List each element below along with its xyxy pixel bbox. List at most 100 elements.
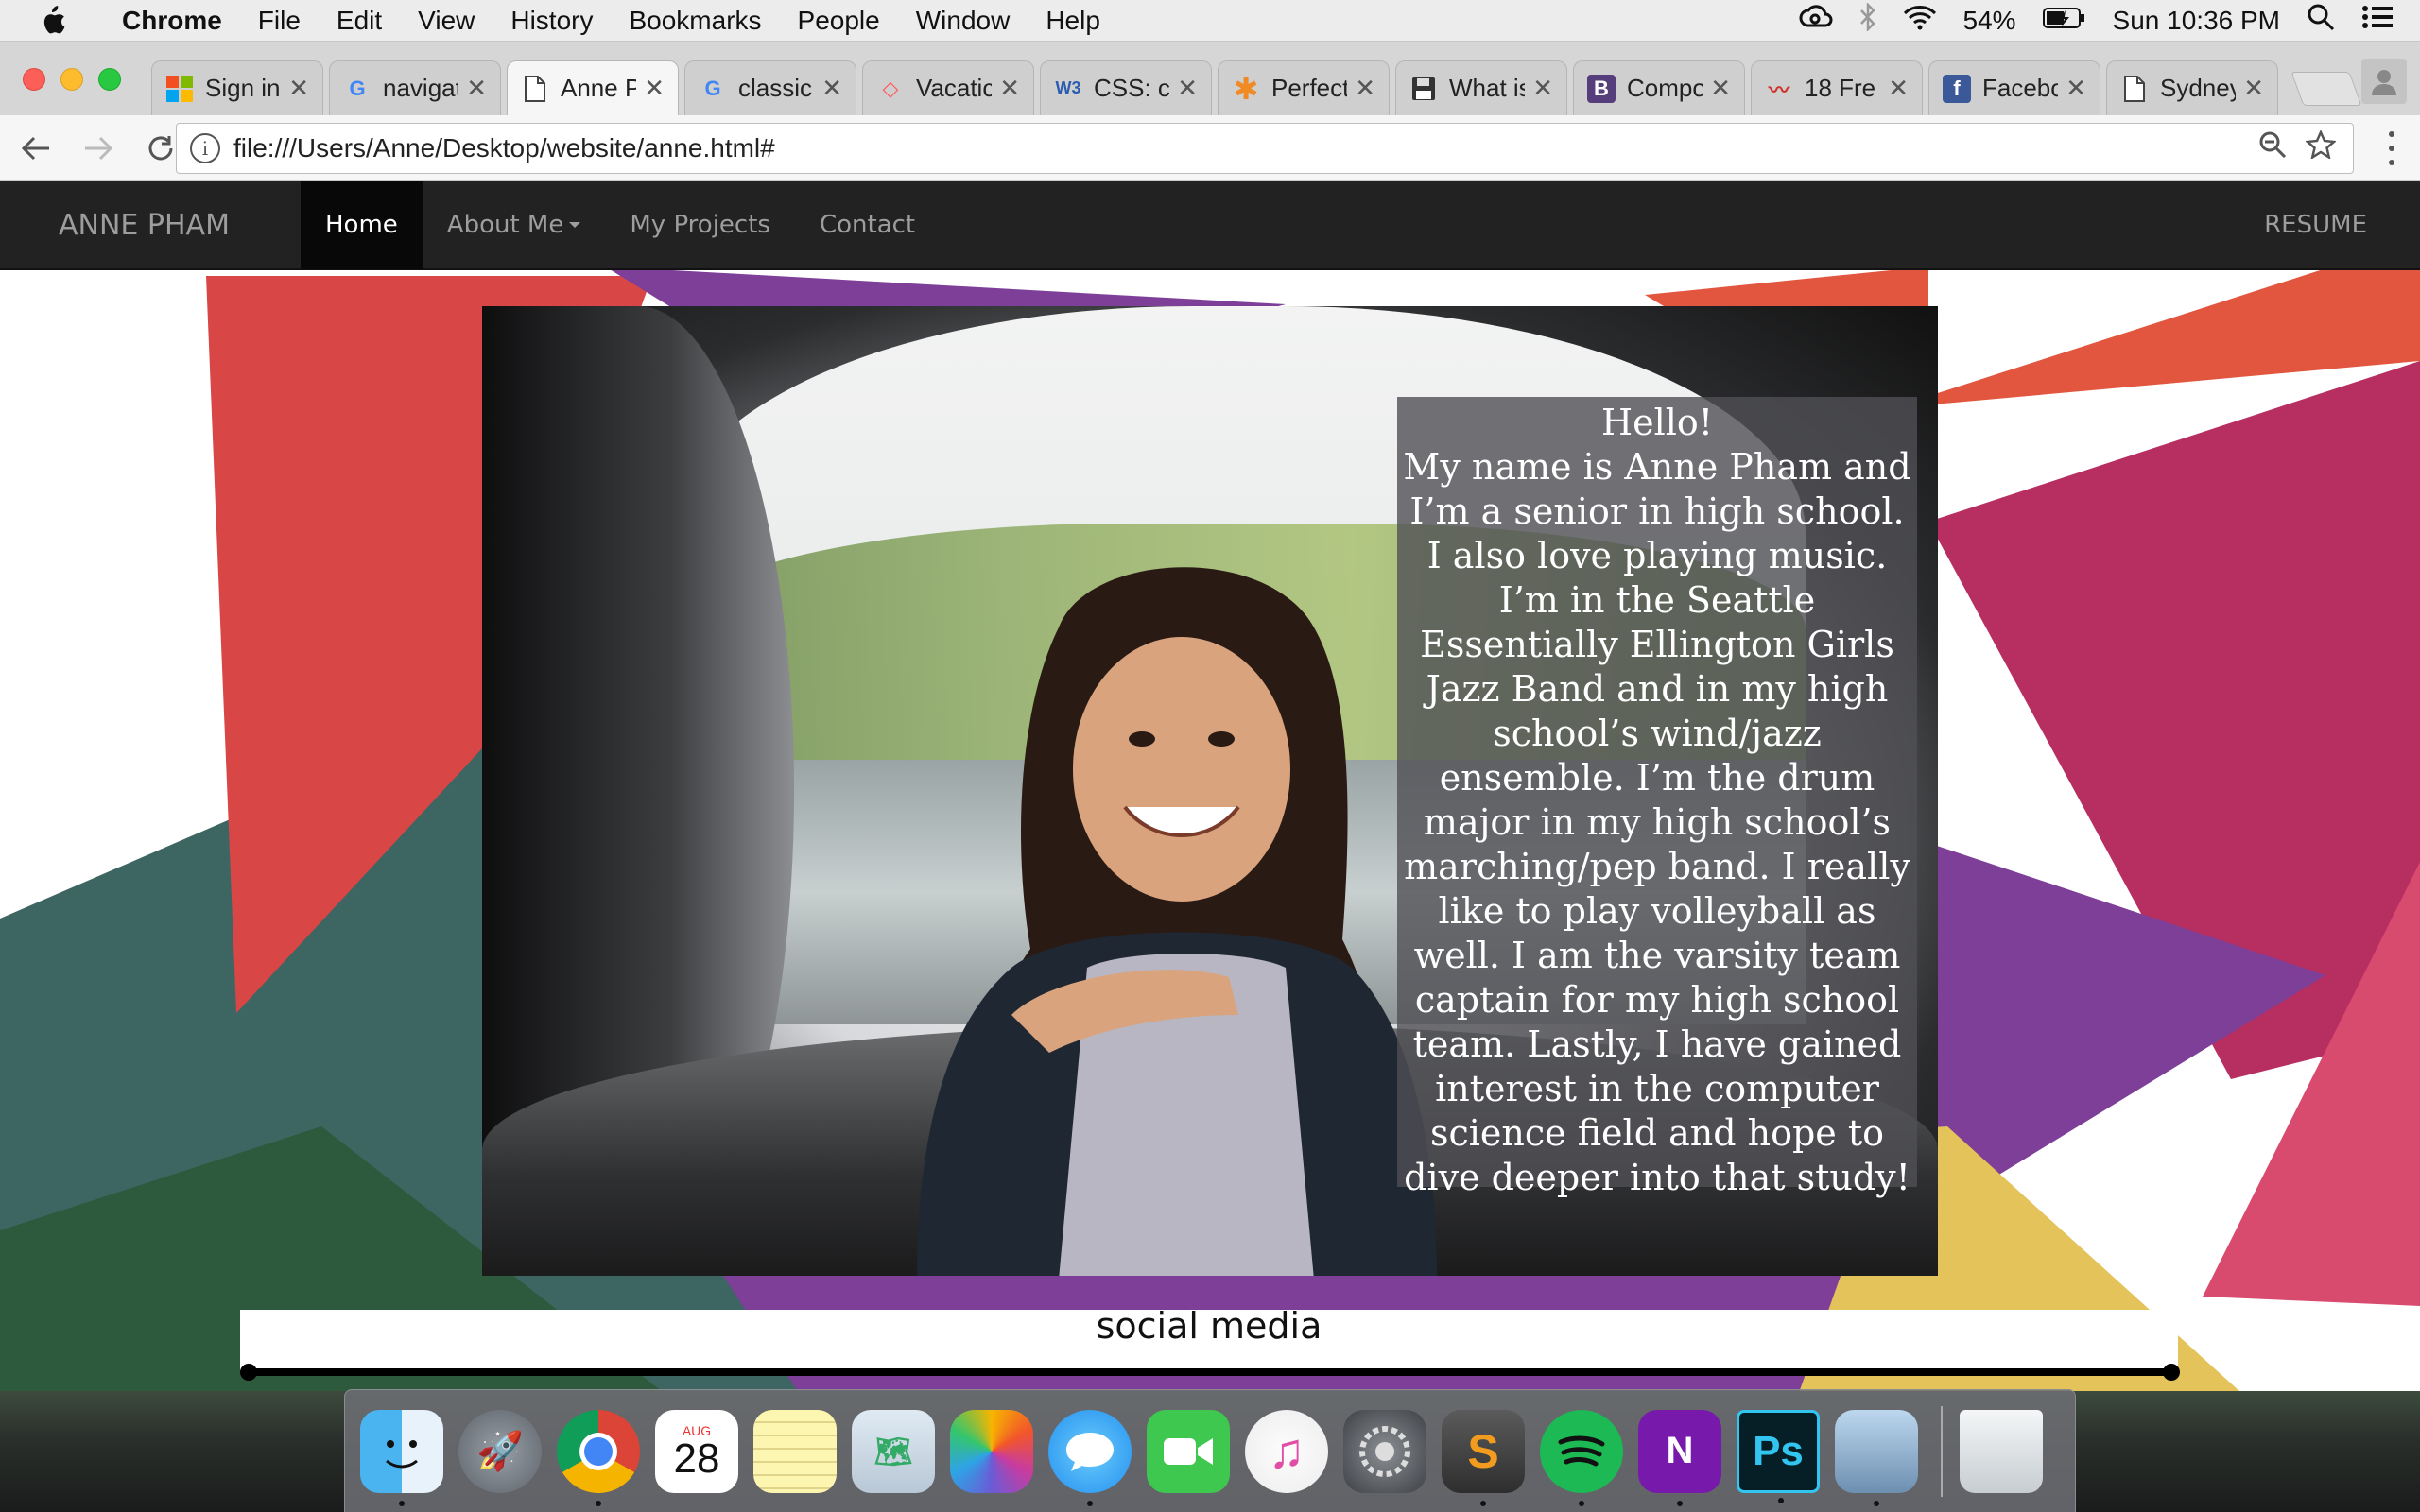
apple-menu-icon[interactable] [0, 5, 104, 37]
wifi-icon[interactable] [1903, 4, 1937, 37]
url-text[interactable]: file:///Users/Anne/Desktop/website/anne.… [233, 133, 775, 163]
tab-css[interactable]: W3 CSS: c ✕ [1040, 60, 1212, 115]
tab-anne-pham[interactable]: Anne P ✕ [507, 60, 679, 115]
menu-history[interactable]: History [493, 6, 611, 36]
menu-bookmarks[interactable]: Bookmarks [611, 6, 779, 36]
system-preferences-icon[interactable] [1343, 1409, 1426, 1493]
close-tab-icon[interactable]: ✕ [821, 74, 842, 103]
tab-title: Sydney [2160, 74, 2237, 102]
tab-title: Facebo [1982, 74, 2059, 102]
close-tab-icon[interactable]: ✕ [1532, 74, 1553, 103]
profile-icon[interactable] [2361, 59, 2407, 104]
sublime-text-icon[interactable]: S [1442, 1409, 1525, 1506]
chrome-icon[interactable] [557, 1409, 640, 1506]
creative-cloud-icon[interactable] [1799, 5, 1833, 36]
close-tab-icon[interactable]: ✕ [2243, 74, 2264, 103]
tab-title: Anne P [561, 74, 637, 102]
tab-navigation[interactable]: G navigat ✕ [329, 60, 501, 115]
tab-sign-in[interactable]: Sign in ✕ [151, 60, 323, 115]
menu-view[interactable]: View [400, 6, 493, 36]
web-page: ANNE PHAM Home About Me My Projects Cont… [0, 181, 2420, 1391]
bootstrap-icon: B [1587, 74, 1616, 103]
battery-percent[interactable]: 54% [1963, 6, 2016, 36]
macos-menu-bar: Chrome File Edit View History Bookmarks … [0, 0, 2420, 42]
menu-edit[interactable]: Edit [319, 6, 400, 36]
close-tab-icon[interactable]: ✕ [1710, 74, 1731, 103]
tab-sydney[interactable]: Sydney ✕ [2106, 60, 2278, 115]
info-icon[interactable]: i [190, 133, 220, 163]
battery-icon[interactable] [2042, 6, 2086, 36]
nav-about-me[interactable]: About Me [423, 181, 606, 269]
menu-help[interactable]: Help [1028, 6, 1118, 36]
close-tab-icon[interactable]: ✕ [1177, 74, 1198, 103]
photoshop-icon[interactable]: Ps [1737, 1409, 1820, 1503]
social-media-heading: social media [1096, 1305, 1322, 1347]
page-icon [521, 75, 549, 103]
close-window-button[interactable] [23, 68, 45, 91]
social-media-section: social media [240, 1308, 2178, 1370]
menu-file[interactable]: File [240, 6, 319, 36]
tab-title: What is [1449, 74, 1526, 102]
photos-icon[interactable] [950, 1409, 1033, 1493]
calendar-icon[interactable]: AUG 28 [655, 1409, 738, 1493]
tab-vacation[interactable]: ◇ Vacatic ✕ [862, 60, 1034, 115]
site-brand[interactable]: ANNE PHAM [59, 209, 301, 242]
tab-what-is[interactable]: What is ✕ [1395, 60, 1567, 115]
caret-down-icon [569, 222, 581, 228]
menu-app-name[interactable]: Chrome [104, 6, 240, 36]
new-tab-button[interactable] [2290, 72, 2362, 106]
tab-components[interactable]: B Compo ✕ [1573, 60, 1745, 115]
divider-dot-left [240, 1364, 257, 1381]
spotlight-icon[interactable] [2307, 3, 2335, 38]
maps-icon[interactable]: 🗺 [852, 1409, 935, 1493]
microsoft-icon [165, 75, 194, 103]
zoom-icon[interactable] [2258, 130, 2287, 166]
google-icon: G [349, 76, 366, 100]
notification-center-icon[interactable] [2361, 4, 2394, 37]
minimize-window-button[interactable] [60, 68, 83, 91]
spotify-icon[interactable] [1540, 1409, 1623, 1506]
clock[interactable]: Sun 10:36 PM [2113, 6, 2280, 36]
back-button[interactable] [9, 122, 62, 175]
tab-classic[interactable]: G classic ✕ [684, 60, 856, 115]
bookmark-star-icon[interactable] [2304, 129, 2338, 166]
onenote-icon[interactable]: N [1638, 1409, 1721, 1506]
tab-title: Sign in [205, 74, 281, 102]
close-tab-icon[interactable]: ✕ [1888, 74, 1909, 103]
messages-icon[interactable] [1048, 1409, 1132, 1506]
nav-resume[interactable]: RESUME [2264, 211, 2367, 239]
close-tab-icon[interactable]: ✕ [1355, 74, 1375, 103]
chrome-menu-icon[interactable] [2373, 127, 2411, 170]
browser-toolbar: i file:///Users/Anne/Desktop/website/ann… [0, 115, 2420, 181]
trash-icon[interactable] [1960, 1409, 2043, 1493]
nav-my-projects[interactable]: My Projects [605, 181, 795, 269]
divider-line [246, 1368, 2174, 1376]
nav-home[interactable]: Home [301, 181, 423, 269]
intro-greeting: Hello! [1600, 402, 1714, 443]
notes-icon[interactable] [753, 1409, 837, 1493]
close-tab-icon[interactable]: ✕ [466, 74, 487, 103]
tab-18-free[interactable]: 〰 18 Fre ✕ [1751, 60, 1923, 115]
tab-title: Perfect [1271, 74, 1348, 102]
itunes-icon[interactable]: ♫ [1245, 1409, 1328, 1493]
close-tab-icon[interactable]: ✕ [644, 74, 665, 103]
finder-icon[interactable] [360, 1409, 443, 1506]
close-tab-icon[interactable]: ✕ [999, 74, 1020, 103]
tab-title: navigat [383, 74, 459, 102]
tab-perfect[interactable]: ✱ Perfect ✕ [1218, 60, 1390, 115]
address-bar[interactable]: i file:///Users/Anne/Desktop/website/ann… [176, 123, 2354, 174]
menu-window[interactable]: Window [898, 6, 1028, 36]
bluetooth-icon[interactable] [1859, 1, 1876, 38]
nav-contact[interactable]: Contact [795, 181, 940, 269]
tab-facebook[interactable]: f Facebo ✕ [1928, 60, 2100, 115]
facetime-icon[interactable] [1147, 1409, 1230, 1493]
close-tab-icon[interactable]: ✕ [288, 74, 309, 103]
close-tab-icon[interactable]: ✕ [2066, 74, 2086, 103]
launchpad-icon[interactable]: 🚀 [458, 1409, 542, 1493]
menu-people[interactable]: People [780, 6, 898, 36]
maximize-window-button[interactable] [98, 68, 121, 91]
macos-dock: 🚀 AUG 28 🗺 ♫ S N Ps [344, 1389, 2076, 1512]
intro-text-box: Hello! My name is Anne Pham and I’m a se… [1397, 397, 1917, 1198]
preview-icon[interactable] [1835, 1409, 1918, 1506]
forward-button[interactable] [72, 122, 125, 175]
